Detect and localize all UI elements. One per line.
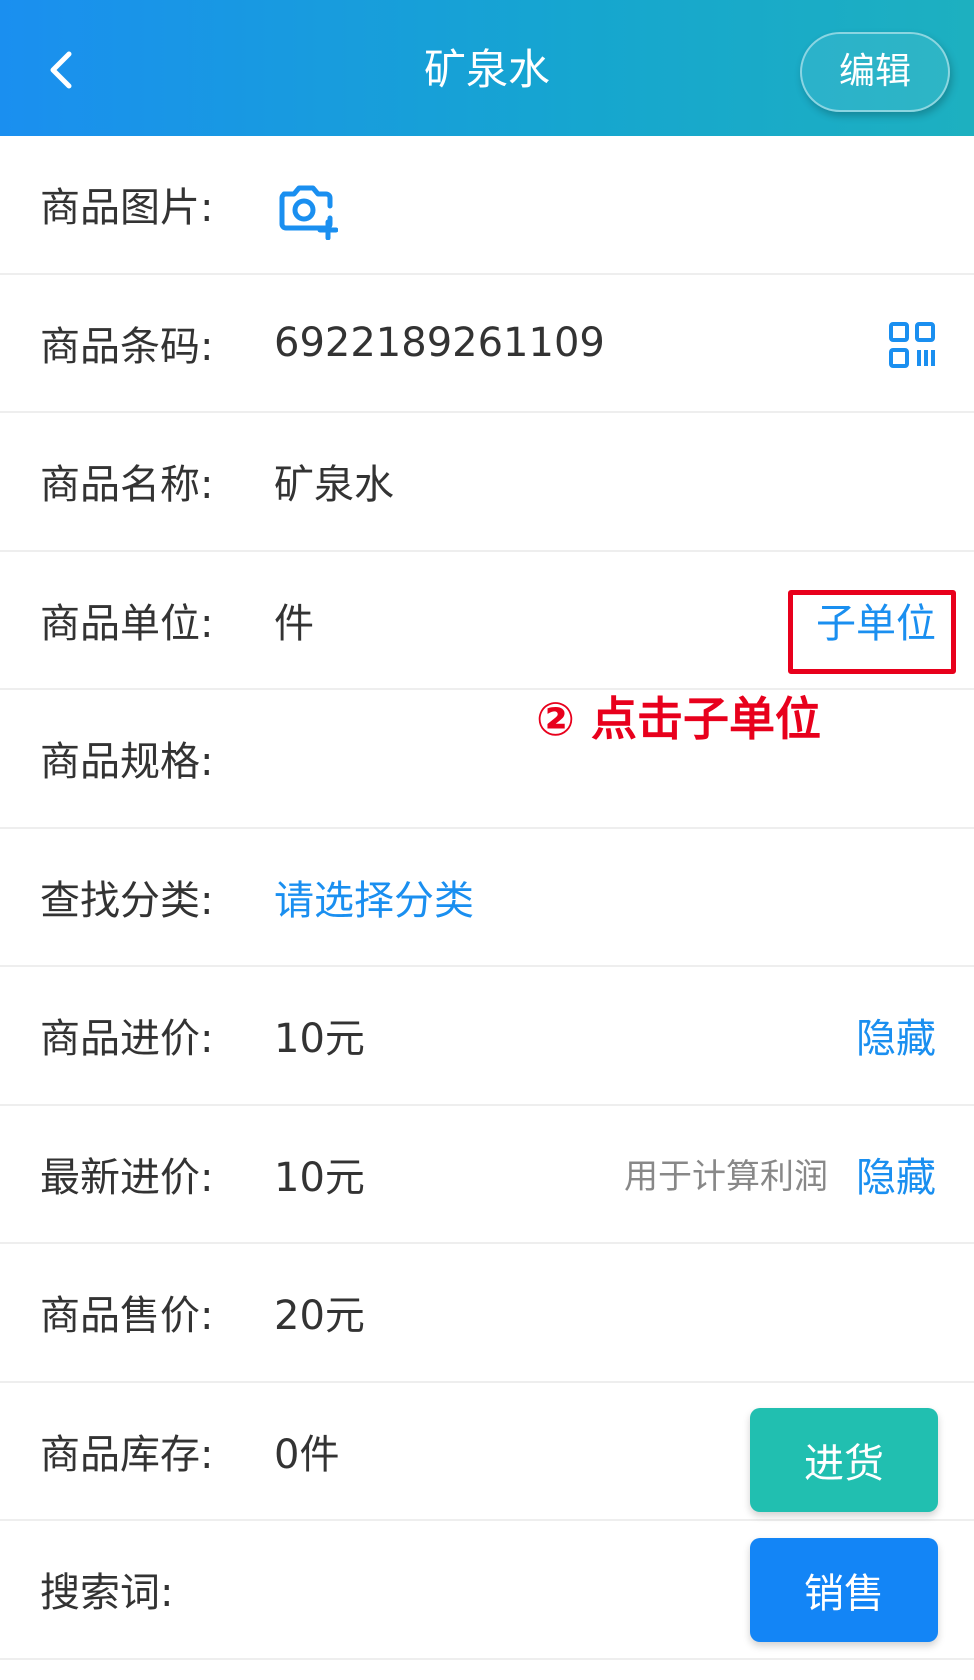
qr-scan-icon[interactable] [888, 321, 936, 369]
profit-hint: 用于计算利润 [624, 1157, 828, 1198]
field-label: 搜索词: [40, 1570, 174, 1617]
row-category: 查找分类: 请选择分类 [0, 829, 974, 967]
stock-value: 0件 [274, 1431, 340, 1478]
row-unit: 商品单位: 件 子单位 [0, 552, 974, 690]
product-name-value: 矿泉水 [274, 462, 394, 509]
field-label: 商品图片: [40, 185, 214, 232]
hide-purchase-price-link[interactable]: 隐藏 [856, 967, 936, 1104]
row-purchase-price: 商品进价: 10元 隐藏 [0, 967, 974, 1106]
field-label: 商品单位: [40, 600, 214, 647]
row-sale-price: 商品售价: 20元 [0, 1244, 974, 1383]
purchase-price-value: 10元 [274, 1016, 365, 1063]
row-product-name: 商品名称: 矿泉水 [0, 413, 974, 552]
row-barcode: 商品条码: 6922189261109 [0, 275, 974, 413]
row-spec: 商品规格: [0, 690, 974, 829]
camera-add-icon[interactable] [274, 176, 338, 240]
sub-unit-link[interactable]: 子单位 [816, 552, 936, 689]
field-label: 商品售价: [40, 1293, 214, 1340]
select-category-link[interactable]: 请选择分类 [274, 829, 474, 966]
row-product-image: 商品图片: [0, 136, 974, 275]
annotation-text: ② 点击子单位 [536, 692, 821, 746]
field-label: 查找分类: [40, 877, 214, 924]
edit-button[interactable]: 编辑 [800, 32, 950, 112]
field-label: 最新进价: [40, 1154, 214, 1201]
field-label: 商品名称: [40, 462, 214, 509]
sale-price-value: 20元 [274, 1293, 365, 1340]
hide-latest-price-link[interactable]: 隐藏 [856, 1106, 936, 1243]
latest-price-value: 10元 [274, 1154, 365, 1201]
field-label: 商品进价: [40, 1016, 214, 1063]
field-label: 商品库存: [40, 1431, 214, 1478]
barcode-value: 6922189261109 [274, 319, 605, 366]
sell-button[interactable]: 销售 [750, 1538, 938, 1642]
stock-in-button[interactable]: 进货 [750, 1408, 938, 1512]
row-latest-purchase-price: 最新进价: 10元 用于计算利润 隐藏 [0, 1106, 974, 1244]
unit-value: 件 [274, 600, 314, 647]
field-label: 商品规格: [40, 739, 214, 786]
app-header: 矿泉水 编辑 [0, 0, 974, 136]
field-label: 商品条码: [40, 323, 214, 370]
